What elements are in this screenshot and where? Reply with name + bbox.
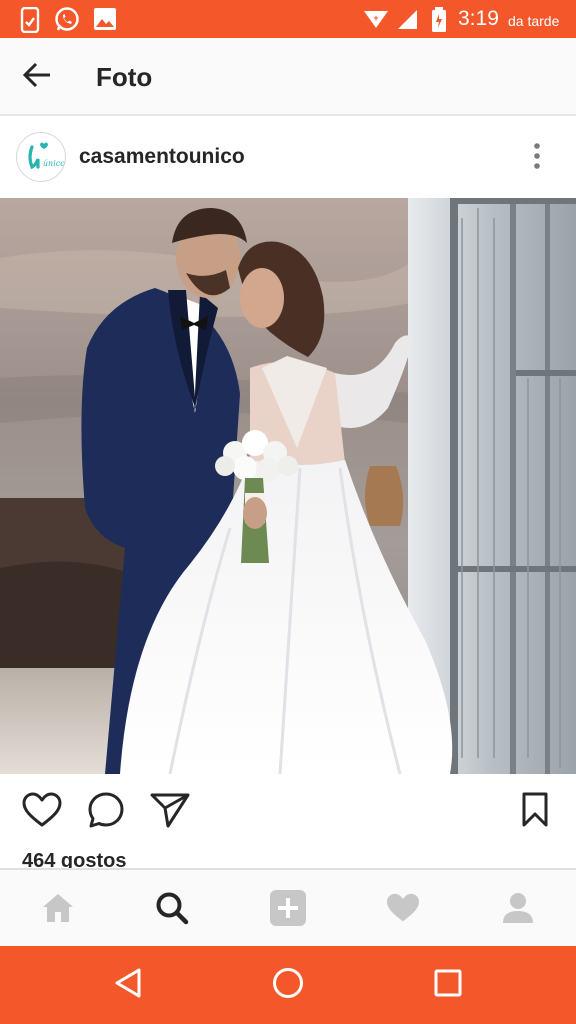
share-button[interactable] xyxy=(148,790,192,834)
system-nav-bar xyxy=(0,946,576,1024)
system-recents-button[interactable] xyxy=(426,963,470,1007)
image-icon xyxy=(93,7,119,36)
status-time-suffix: da tarde xyxy=(508,13,560,29)
home-circle-icon xyxy=(271,966,305,1005)
comment-button[interactable] xyxy=(84,790,128,834)
bookmark-button[interactable] xyxy=(513,790,557,834)
system-home-button[interactable] xyxy=(266,963,310,1007)
heart-icon xyxy=(22,792,62,833)
arrow-left-icon xyxy=(22,62,52,93)
post-actions: 464 gostos xyxy=(0,774,576,872)
avatar[interactable]: único xyxy=(16,132,66,182)
app-bar: Foto xyxy=(0,38,576,116)
post-header: único casamentounico xyxy=(0,116,576,198)
back-button[interactable] xyxy=(14,56,60,98)
more-options-button[interactable] xyxy=(520,138,554,178)
nav-home[interactable] xyxy=(36,888,80,932)
system-back-button[interactable] xyxy=(106,963,150,1007)
battery-charging-icon xyxy=(431,7,447,38)
username[interactable]: casamentounico xyxy=(79,145,245,169)
data-saver-icon: + xyxy=(362,7,390,36)
status-bar: + 3:19 da tarde xyxy=(0,0,576,38)
home-icon xyxy=(41,892,75,929)
recents-square-icon xyxy=(433,968,463,1003)
whatsapp-icon xyxy=(53,7,81,38)
more-vertical-icon xyxy=(533,142,541,175)
nav-add[interactable] xyxy=(266,888,310,932)
status-time: 3:19 xyxy=(458,7,499,30)
signal-icon xyxy=(396,7,420,36)
svg-text:+: + xyxy=(373,13,378,23)
battery-saver-icon xyxy=(18,6,42,38)
share-icon xyxy=(150,792,190,833)
comment-icon xyxy=(87,791,125,834)
profile-icon xyxy=(501,891,535,930)
nav-search[interactable] xyxy=(150,888,194,932)
activity-heart-icon xyxy=(385,892,421,929)
add-icon xyxy=(269,889,307,932)
page-title: Foto xyxy=(96,62,153,92)
nav-activity[interactable] xyxy=(381,888,425,932)
avatar-text: único xyxy=(43,159,65,168)
nav-profile[interactable] xyxy=(496,888,540,932)
bookmark-icon xyxy=(521,792,549,833)
search-icon xyxy=(155,891,189,930)
bottom-nav xyxy=(0,868,576,946)
back-triangle-icon xyxy=(113,967,143,1004)
post-photo[interactable] xyxy=(0,198,576,774)
like-button[interactable] xyxy=(20,790,64,834)
